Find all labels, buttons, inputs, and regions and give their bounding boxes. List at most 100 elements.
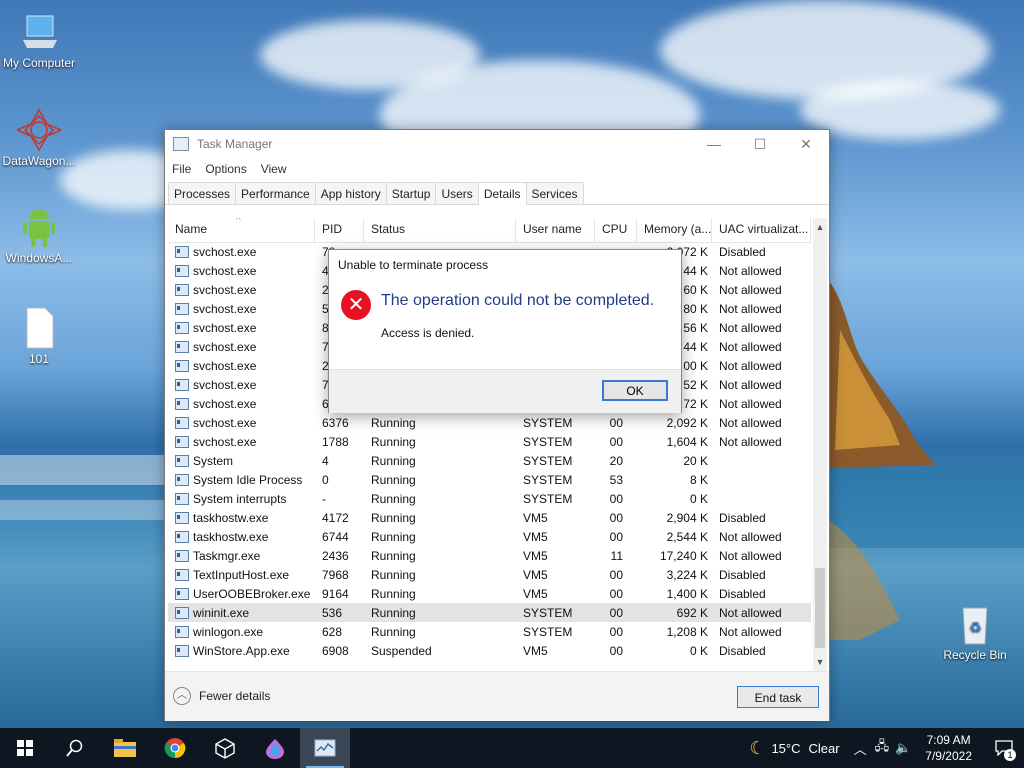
table-row[interactable]: winlogon.exe 628 Running SYSTEM 00 1,208 K Not… [168,622,811,641]
uac-cell: Not allowed [719,548,782,563]
3d-viewer-button[interactable] [200,728,250,768]
chevron-up-icon[interactable]: ︿ [854,739,867,758]
process-icon [175,530,189,543]
ok-button[interactable]: OK [602,380,668,401]
process-icon [175,378,189,391]
memory-cell: 3,224 K [666,567,708,582]
memory-cell: 0 K [689,643,708,658]
column-header-name[interactable]: ^ Name [168,218,315,242]
tab-details[interactable]: Details [477,182,527,205]
column-header-user-name[interactable]: User name [516,218,595,242]
status-cell: Running [371,548,416,563]
process-name: svchost.exe [193,415,257,430]
maximize-icon[interactable]: ☐ [737,130,783,158]
minimize-icon[interactable]: — [691,130,737,158]
cpu-cell: 00 [609,529,623,544]
desktop-icon-label: DataWagon... [2,154,76,168]
table-row[interactable]: WinStore.App.exe 6908 Suspended VM5 00 0 K Dis… [168,641,811,660]
table-row[interactable]: TextInputHost.exe 7968 Running VM5 00 3,224 K… [168,565,811,584]
vertical-scrollbar[interactable]: ▲ ▼ [813,218,827,671]
table-row[interactable]: System 4 Running SYSTEM 20 20 K [168,451,811,470]
end-task-button[interactable]: End task [737,686,819,708]
clock-date: 7/9/2022 [925,749,972,763]
process-name: taskhostw.exe [193,529,269,544]
tab-performance[interactable]: Performance [235,182,316,204]
notification-count: 1 [1004,749,1016,761]
column-header-status[interactable]: Status [364,218,516,242]
menu-options[interactable]: Options [205,162,246,176]
pid-cell: 7968 [322,567,349,582]
column-header-uac[interactable]: UAC virtualizat... [712,218,811,242]
pid-cell: 0 [322,472,329,487]
process-icon [175,283,189,296]
user-name-cell: VM5 [523,529,548,544]
task-manager-taskbar-button[interactable] [300,728,350,768]
status-cell: Running [371,491,416,506]
table-row[interactable]: svchost.exe 1788 Running SYSTEM 00 1,604 K Not… [168,432,811,451]
fewer-details-button[interactable]: ︿ Fewer details [173,687,270,705]
uac-cell: Disabled [719,510,766,525]
table-row[interactable]: System interrupts - Running SYSTEM 00 0 K [168,489,811,508]
column-header-cpu[interactable]: CPU [595,218,637,242]
weather-text[interactable]: Clear [809,741,840,756]
tab-processes[interactable]: Processes [168,182,237,204]
memory-cell: 20 K [683,453,708,468]
process-icon [175,264,189,277]
column-header-row: ^ Name PID Status User name CPU Memory (… [168,218,811,243]
process-icon [175,397,189,410]
table-row[interactable]: svchost.exe 6376 Running SYSTEM 00 2,092 K Not… [168,413,811,432]
network-icon[interactable]: 🖧 [875,737,890,759]
dialog-footer: OK [329,369,681,413]
table-row[interactable]: System Idle Process 0 Running SYSTEM 53 8 K [168,470,811,489]
desktop-icon-my-computer[interactable]: My Computer [0,10,78,70]
title-bar[interactable]: Task Manager — ☐ ✕ [165,130,829,158]
paint-3d-button[interactable] [250,728,300,768]
column-header-memory[interactable]: Memory (a... [637,218,712,242]
scroll-up-icon[interactable]: ▲ [813,222,827,232]
tab-startup[interactable]: Startup [385,182,437,204]
chrome-button[interactable] [150,728,200,768]
status-cell: Suspended [371,643,432,658]
cpu-cell: 00 [609,567,623,582]
clock[interactable]: 7:09 AM 7/9/2022 [925,732,972,764]
desktop-icon-windowsa[interactable]: WindowsA... [0,205,78,265]
close-icon[interactable]: ✕ [783,130,829,158]
menu-file[interactable]: File [172,162,191,176]
table-row[interactable]: taskhostw.exe 4172 Running VM5 00 2,904 K Disa… [168,508,811,527]
menu-view[interactable]: View [261,162,287,176]
pid-cell: 536 [322,605,343,620]
weather-moon-icon[interactable]: ☾ [749,738,765,759]
column-header-pid[interactable]: PID [315,218,364,242]
tab-users[interactable]: Users [435,182,479,204]
scrollbar-thumb[interactable] [815,568,825,648]
desktop-icon-recycle-bin[interactable]: ♻ Recycle Bin [936,602,1014,662]
process-name-cell: taskhostw.exe [168,511,315,525]
pid-cell: 6744 [322,529,349,544]
pid-cell: 4172 [322,510,349,525]
desktop-icon-101[interactable]: 101 [0,306,78,366]
search-button[interactable] [50,728,100,768]
table-row[interactable]: UserOOBEBroker.exe 9164 Running VM5 00 1,400 … [168,584,811,603]
uac-cell: Not allowed [719,320,782,335]
scroll-down-icon[interactable]: ▼ [813,657,827,667]
windows-logo-icon [17,740,33,756]
tab-app-history[interactable]: App history [314,182,387,204]
table-row[interactable]: wininit.exe 536 Running SYSTEM 00 692 K Not al… [168,603,811,622]
weather-temp[interactable]: 15°C [771,741,800,756]
table-row[interactable]: taskhostw.exe 6744 Running VM5 00 2,544 K Not … [168,527,811,546]
volume-icon[interactable]: 🔈 [895,740,911,756]
process-name-cell: System [168,454,315,468]
tab-services[interactable]: Services [525,182,584,204]
process-icon [175,454,189,467]
file-explorer-button[interactable] [100,728,150,768]
user-name-cell: VM5 [523,510,548,525]
user-name-cell: SYSTEM [523,434,573,449]
memory-cell: 2,092 K [666,415,708,430]
notifications-button[interactable]: 1 [984,728,1024,768]
table-row[interactable]: Taskmgr.exe 2436 Running VM5 11 17,240 K Not a… [168,546,811,565]
cpu-cell: 00 [609,510,623,525]
start-button[interactable] [0,728,50,768]
process-icon [175,340,189,353]
desktop-icon-datawagon[interactable]: DataWagon... [0,108,78,168]
process-name-cell: winlogon.exe [168,625,315,639]
